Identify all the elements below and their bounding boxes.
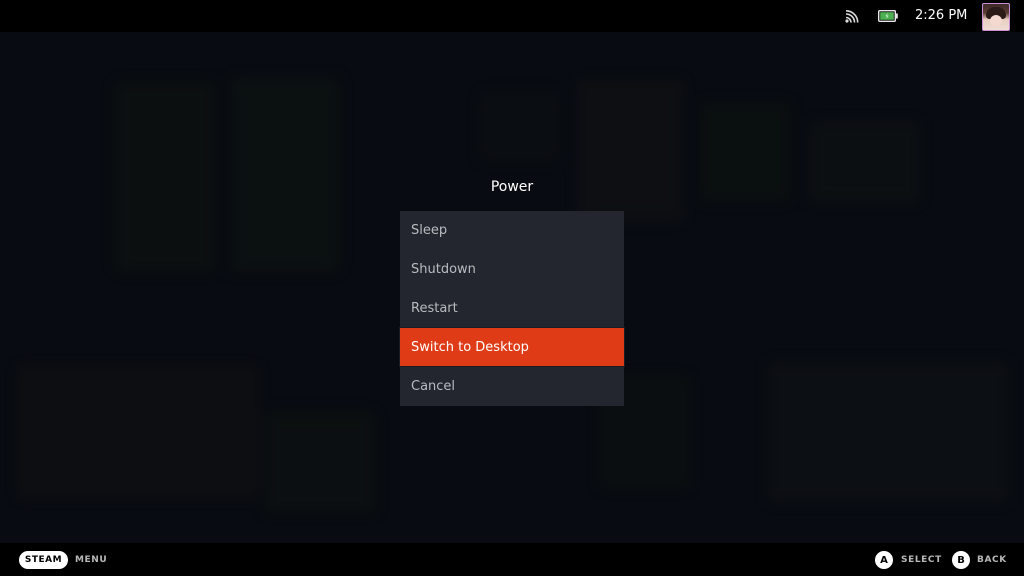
back-hint-label: BACK bbox=[977, 555, 1007, 565]
menu-item-label: Switch to Desktop bbox=[411, 339, 529, 355]
menu-item-shutdown[interactable]: Shutdown bbox=[400, 249, 624, 289]
menu-item-sleep[interactable]: Sleep bbox=[400, 211, 624, 249]
avatar-face bbox=[990, 15, 1002, 27]
menu-item-label: Sleep bbox=[411, 222, 448, 238]
a-button-icon[interactable]: A bbox=[875, 551, 893, 569]
top-status-bar: 2:26 PM bbox=[0, 0, 1024, 32]
wifi-icon bbox=[845, 10, 859, 23]
power-menu: Sleep Shutdown Restart Switch to Desktop… bbox=[400, 211, 624, 406]
clock: 2:26 PM bbox=[915, 8, 968, 23]
steam-deck-screen: 2:26 PM Power Sleep Shutdown Restart Swi… bbox=[0, 0, 1024, 576]
power-dialog-title: Power bbox=[490, 179, 534, 195]
menu-item-switch-to-desktop[interactable]: Switch to Desktop bbox=[400, 328, 624, 366]
menu-item-cancel[interactable]: Cancel bbox=[400, 367, 624, 406]
bottom-hint-bar bbox=[0, 543, 1024, 576]
menu-hint-label: MENU bbox=[75, 555, 108, 565]
menu-item-label: Restart bbox=[411, 300, 458, 316]
menu-item-restart[interactable]: Restart bbox=[400, 289, 624, 327]
user-avatar[interactable] bbox=[982, 3, 1010, 31]
battery-charging-icon bbox=[878, 10, 898, 22]
select-hint-label: SELECT bbox=[901, 555, 942, 565]
menu-item-label: Shutdown bbox=[411, 261, 476, 277]
b-button-icon[interactable]: B bbox=[952, 551, 970, 569]
menu-item-label: Cancel bbox=[411, 379, 456, 394]
steam-button[interactable]: STEAM bbox=[19, 551, 68, 569]
